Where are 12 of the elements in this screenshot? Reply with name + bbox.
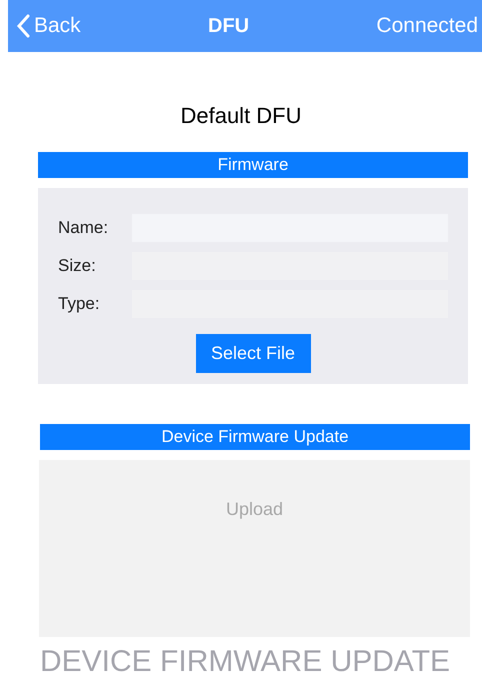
chevron-left-icon (16, 14, 30, 38)
connection-status: Connected (376, 13, 478, 40)
nav-title: DFU (208, 14, 250, 39)
section-header: Device Firmware Update (40, 424, 470, 450)
page-title: Default DFU (180, 102, 302, 130)
field-label: Name: (58, 216, 110, 239)
back-button[interactable]: Back (8, 10, 81, 42)
field-label: Size: (58, 254, 97, 277)
caption: DEVICE FIRMWARE UPDATE (40, 644, 452, 680)
select-file-button[interactable]: Select File (196, 334, 310, 372)
section-header: Firmware (38, 152, 468, 178)
field-label: Type: (58, 292, 101, 315)
